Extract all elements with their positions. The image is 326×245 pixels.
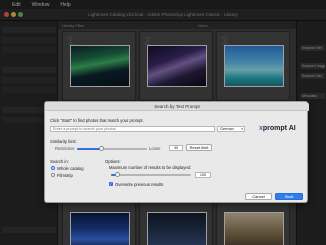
prompt-search-input[interactable]	[50, 126, 215, 132]
cancel-button[interactable]: Cancel	[245, 193, 272, 200]
language-select[interactable]: German ▾	[217, 126, 245, 132]
instruction-text: Click "Start" to find photos that match …	[50, 118, 144, 123]
similarity-slider-thumb[interactable]	[99, 146, 104, 151]
max-results-slider-thumb[interactable]	[114, 172, 120, 177]
search-by-text-dialog: Search by Text Prompt Click "Start" to f…	[44, 101, 309, 203]
dialog-title: Search by Text Prompt	[45, 102, 309, 111]
similarity-label: Similarity limit:	[50, 139, 77, 144]
chevron-down-icon: ▾	[241, 127, 243, 131]
similarity-slider-fill	[77, 148, 102, 150]
similarity-slider[interactable]	[77, 146, 147, 151]
max-results-label: Maximum number of results to be displaye…	[109, 165, 192, 170]
filmstrip-radio[interactable]	[51, 173, 55, 177]
whole-catalog-label: Whole catalog	[57, 166, 84, 171]
reset-limit-button[interactable]: Reset limit	[186, 144, 212, 151]
max-results-value[interactable]: 100	[195, 172, 211, 178]
start-button[interactable]: Start	[275, 193, 303, 200]
loose-label: Loose	[149, 146, 161, 151]
search-in-label: Search in:	[50, 159, 69, 164]
whole-catalog-radio[interactable]	[51, 166, 55, 170]
max-results-slider[interactable]	[111, 172, 191, 177]
similarity-value[interactable]: 40	[169, 145, 183, 151]
filmstrip-label: Filmstrip	[57, 173, 73, 178]
options-label: Options:	[105, 159, 121, 164]
language-value: German	[220, 127, 234, 131]
overwrite-label: Overwrite previous results	[115, 182, 164, 187]
restrictive-label: Restrictive	[55, 146, 75, 151]
overwrite-checkbox[interactable]: ✓	[109, 182, 113, 186]
xprompt-logo: xprompt AI	[259, 125, 296, 132]
